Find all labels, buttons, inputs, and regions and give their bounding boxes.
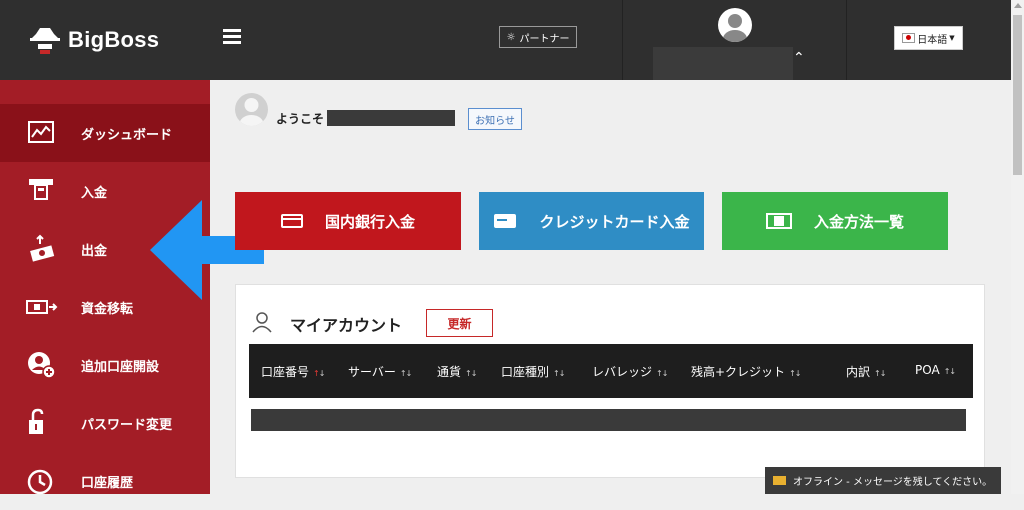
logo[interactable]: BigBoss bbox=[28, 20, 159, 60]
domestic-bank-deposit-label: 国内銀行入金 bbox=[324, 212, 415, 231]
dashboard-chart-icon bbox=[28, 121, 54, 143]
scroll-up-icon[interactable] bbox=[1014, 3, 1022, 8]
top-bar: BigBoss ☼ パートナー ⌃ 日本語 ▼ bbox=[0, 0, 1011, 80]
deposit-methods-label: 入金方法一覧 bbox=[813, 212, 904, 231]
partner-label: パートナー bbox=[519, 33, 570, 45]
welcome-text: ようこそ bbox=[276, 112, 325, 126]
clock-icon bbox=[27, 469, 53, 495]
column-header-currency[interactable]: 通貨 ↑↓ bbox=[437, 363, 477, 380]
chat-status-text: オフライン - メッセージを残してください。 bbox=[793, 477, 993, 488]
notice-button[interactable]: お知らせ bbox=[468, 108, 522, 130]
sidebar-item-label: 出金 bbox=[81, 243, 108, 259]
logo-text: BigBoss bbox=[68, 27, 160, 52]
sidebar-item-label: ダッシュボード bbox=[81, 127, 173, 143]
add-account-icon bbox=[28, 352, 56, 379]
sidebar-item-label: パスワード変更 bbox=[81, 417, 173, 433]
domestic-bank-deposit-button[interactable]: 国内銀行入金 bbox=[235, 192, 461, 250]
menu-toggle-icon[interactable] bbox=[223, 29, 241, 45]
caret-down-icon: ▼ bbox=[949, 34, 955, 42]
money-withdraw-icon bbox=[30, 234, 55, 262]
atm-deposit-icon bbox=[29, 179, 53, 200]
column-header-server[interactable]: サーバー ↑↓ bbox=[348, 363, 412, 380]
user-avatar[interactable] bbox=[718, 8, 752, 42]
cash-icon bbox=[765, 213, 792, 229]
sidebar-item-add-account[interactable]: 追加口座開設 bbox=[0, 336, 210, 394]
sidebar-item-dashboard[interactable]: ダッシュボード bbox=[0, 104, 210, 162]
partner-button[interactable]: ☼ パートナー bbox=[499, 26, 577, 48]
spy-hat-logo-icon bbox=[30, 28, 60, 54]
column-header-breakdown[interactable]: 内訳 ↑↓ bbox=[846, 363, 886, 380]
money-transfer-icon bbox=[26, 300, 58, 314]
credit-card-deposit-button[interactable]: クレジットカード入金 bbox=[479, 192, 704, 250]
mail-icon bbox=[773, 476, 786, 485]
japan-flag-icon bbox=[902, 33, 916, 43]
account-table-header: 口座番号 ↑↓ サーバー ↑↓ 通貨 ↑↓ 口座種別 ↑↓ レバレッジ ↑↓ 残高+クレジ… bbox=[249, 344, 973, 398]
credit-card-icon bbox=[494, 214, 517, 228]
bank-card-icon bbox=[280, 214, 303, 228]
column-header-balance-credit[interactable]: 残高+クレジット ↑↓ bbox=[691, 363, 802, 380]
table-row-redacted bbox=[251, 409, 966, 431]
language-select[interactable]: 日本語 ▼ bbox=[894, 26, 963, 50]
refresh-button[interactable]: 更新 bbox=[426, 309, 493, 337]
deposit-methods-button[interactable]: 入金方法一覧 bbox=[722, 192, 948, 250]
column-header-leverage[interactable]: レバレッジ ↑↓ bbox=[592, 363, 668, 380]
unlock-icon bbox=[29, 408, 44, 434]
credit-card-deposit-label: クレジットカード入金 bbox=[539, 212, 690, 231]
sidebar-item-label: 追加口座開設 bbox=[81, 359, 160, 375]
sidebar-item-password[interactable]: パスワード変更 bbox=[0, 394, 210, 452]
column-header-account-number[interactable]: 口座番号 ↑↓ bbox=[261, 363, 325, 380]
column-header-account-type[interactable]: 口座種別 ↑↓ bbox=[501, 363, 565, 380]
chevron-up-icon[interactable]: ⌃ bbox=[793, 50, 805, 66]
column-header-poa[interactable]: POA ↑↓ bbox=[915, 363, 956, 377]
user-name-redacted bbox=[653, 47, 793, 80]
welcome-avatar bbox=[235, 93, 268, 126]
user-panel[interactable]: ⌃ bbox=[622, 0, 847, 80]
scroll-thumb[interactable] bbox=[1013, 15, 1022, 175]
sidebar-item-label: 資金移転 bbox=[81, 301, 134, 317]
sidebar-item-label: 入金 bbox=[81, 185, 108, 201]
my-account-title: マイアカウント bbox=[290, 316, 403, 335]
user-outline-icon bbox=[252, 312, 272, 333]
welcome-name-redacted bbox=[327, 110, 455, 126]
language-label: 日本語 bbox=[917, 34, 948, 46]
page-scrollbar[interactable] bbox=[1011, 0, 1024, 494]
sidebar-item-label: 口座履歴 bbox=[81, 475, 134, 491]
offline-chat-bar[interactable]: オフライン - メッセージを残してください。 bbox=[765, 467, 1001, 494]
sidebar-item-history[interactable]: 口座履歴 bbox=[0, 452, 210, 510]
handshake-icon: ☼ bbox=[506, 31, 516, 43]
